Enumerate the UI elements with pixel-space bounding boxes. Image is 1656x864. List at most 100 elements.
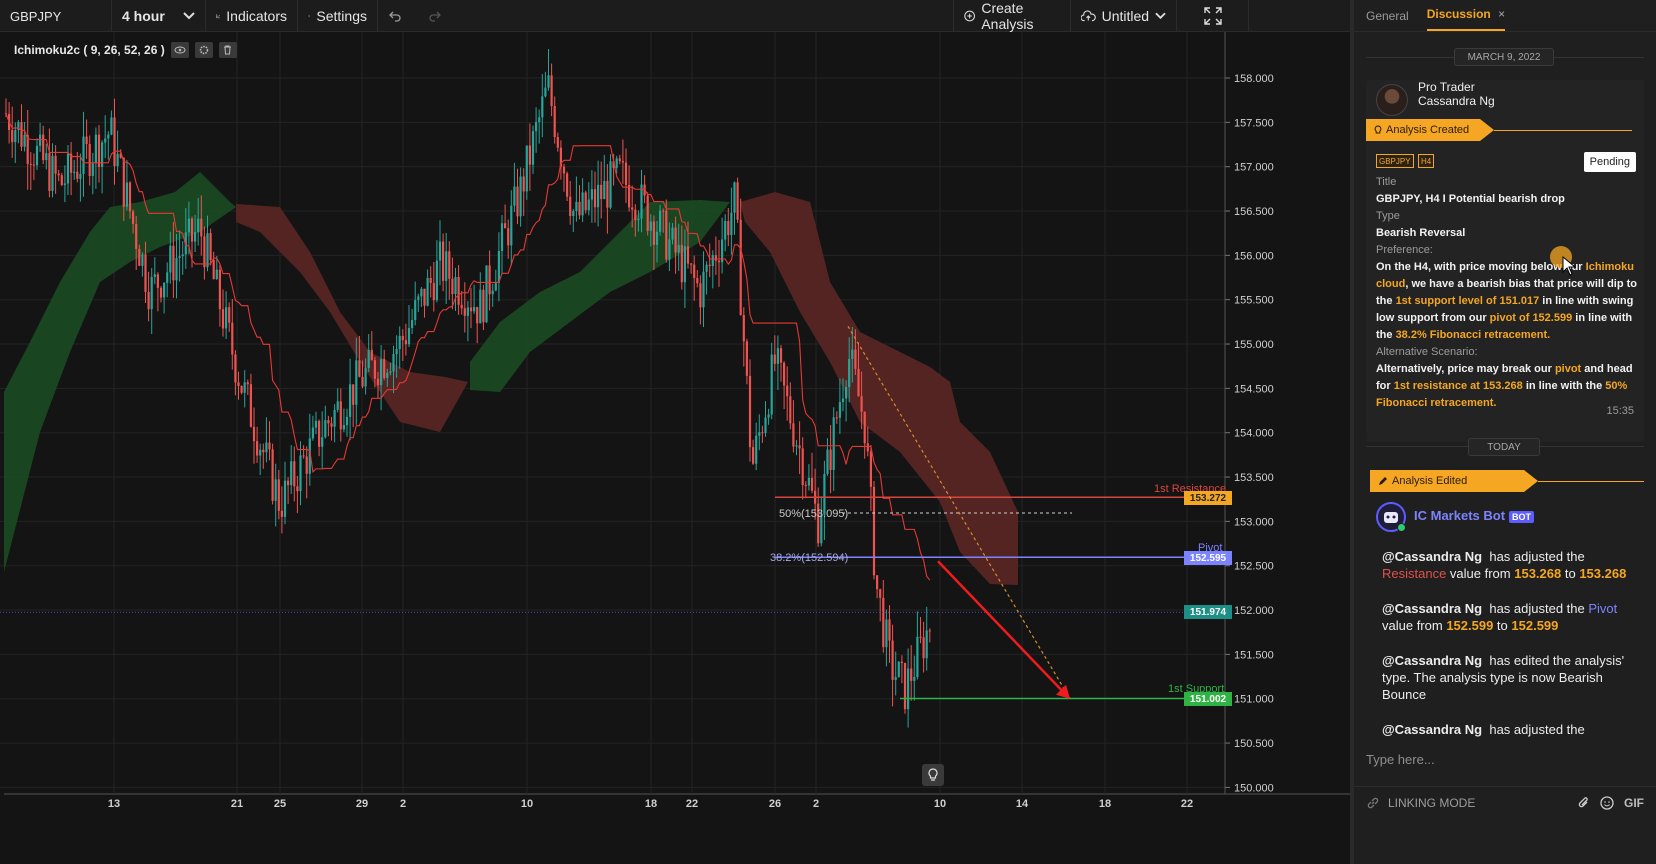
candle-body (190, 218, 194, 242)
candle-body (910, 668, 913, 681)
candle-body (572, 210, 575, 216)
indicators-label: Indicators (226, 8, 287, 24)
close-icon[interactable]: × (1498, 7, 1505, 21)
candle-body (891, 640, 894, 680)
message-time: 15:35 (1606, 405, 1634, 417)
attachment-icon[interactable] (1578, 796, 1590, 810)
candle-body (727, 221, 730, 236)
price-chart[interactable]: 158.000 157.500 157.000 156.500 156.000 155.5… (0, 32, 1350, 864)
status-badge: Pending (1583, 152, 1636, 172)
top-toolbar: GBPJPY 4 hour Indicators Settings Create… (0, 0, 1350, 32)
candle-body (51, 155, 54, 191)
fib-50-label: 50%(153.095) (779, 508, 849, 520)
analysis-edited-banner: Analysis Edited (1370, 470, 1538, 492)
candle-body (60, 175, 63, 185)
candle-body (925, 630, 928, 659)
fullscreen-button[interactable] (1177, 0, 1249, 32)
date-axis-label: 29 (356, 798, 368, 810)
candle-body (389, 371, 392, 373)
kumo-bearish (236, 204, 468, 432)
price-axis-label: 157.000 (1234, 162, 1274, 174)
gif-button[interactable]: GIF (1624, 796, 1644, 810)
message-input[interactable]: Type here... (1354, 742, 1656, 780)
linking-mode-label[interactable]: LINKING MODE (1388, 796, 1475, 810)
link-icon[interactable] (1366, 796, 1380, 810)
analysis-details: Title GBPJPY, H4 I Potential bearish dro… (1376, 174, 1638, 412)
fullscreen-icon (1203, 7, 1222, 25)
bot-name[interactable]: IC Markets Bot BOT (1414, 508, 1535, 523)
candle-body (863, 411, 866, 444)
candle-body (566, 173, 569, 197)
candle-body (290, 461, 293, 486)
candle-body (897, 661, 900, 677)
undo-button[interactable] (378, 0, 418, 32)
candle-body (758, 432, 761, 436)
candle-body (513, 186, 516, 206)
candle-body (373, 360, 376, 379)
lightbulb-icon (928, 768, 938, 781)
candle-body (618, 158, 621, 162)
banner-line (1538, 481, 1644, 482)
indicator-name: Ichimoku2c ( 9, 26, 52, 26 ) (14, 43, 165, 57)
candle-body (141, 254, 144, 266)
candle-body (584, 192, 587, 211)
candle-body (671, 227, 674, 240)
candle-body (287, 480, 290, 486)
candle-body (705, 264, 708, 272)
redo-button[interactable] (418, 0, 458, 32)
candle-body (321, 437, 324, 447)
candle-body (125, 182, 128, 207)
candle-body (314, 420, 318, 428)
candle-body (845, 387, 848, 399)
settings-icon[interactable] (194, 42, 213, 58)
candle-body (280, 510, 283, 517)
candle-body (246, 382, 249, 385)
candle-body (91, 163, 94, 177)
candle-body (879, 589, 882, 598)
interval-selector[interactable]: 4 hour (112, 0, 206, 32)
candle-body (485, 265, 488, 323)
create-analysis-label: Create Analysis (981, 0, 1034, 32)
candle-body (522, 176, 525, 192)
date-axis-label: 10 (934, 798, 946, 810)
date-axis-label: 10 (521, 798, 533, 810)
price-axis-label: 153.000 (1234, 516, 1274, 528)
tab-discussion[interactable]: Discussion × (1426, 7, 1506, 31)
candle-body (206, 233, 209, 268)
candle-body (866, 443, 869, 452)
candle-body (407, 327, 411, 345)
candle-body (730, 212, 733, 236)
candle-body (293, 461, 296, 487)
candle-body (94, 134, 97, 164)
price-axis-label: 155.000 (1234, 339, 1274, 351)
eye-icon[interactable] (170, 42, 189, 58)
tab-general[interactable]: General (1366, 9, 1409, 31)
candle-body (132, 211, 135, 224)
candle-body (262, 449, 265, 453)
date-axis-label: 18 (1099, 798, 1111, 810)
date-divider: MARCH 9, 2022 (1454, 48, 1554, 66)
symbol-selector[interactable]: GBPJPY (0, 0, 112, 32)
settings-button[interactable]: Settings (298, 0, 378, 32)
candle-body (318, 420, 321, 447)
candle-body (45, 153, 48, 161)
candle-body (259, 449, 262, 456)
candle-body (454, 276, 457, 295)
indicators-button[interactable]: Indicators (206, 0, 298, 32)
chart-area[interactable]: 158.000 157.500 157.000 156.500 156.000 155.5… (0, 32, 1350, 864)
emoji-icon[interactable] (1600, 795, 1614, 810)
candle-body (603, 180, 606, 200)
candle-body (587, 199, 590, 211)
candle-body (76, 171, 79, 179)
candle-body (783, 362, 786, 386)
candle-body (426, 277, 429, 306)
trash-icon[interactable] (218, 42, 237, 58)
candle-body (755, 435, 758, 464)
price-axis-label: 156.500 (1234, 206, 1274, 218)
create-analysis-button[interactable]: Create Analysis (953, 0, 1071, 32)
online-indicator (1397, 523, 1406, 532)
discussion-panel: General Discussion × MARCH 9, 2022 Pro T… (1354, 0, 1656, 864)
layout-selector[interactable]: Untitled (1071, 0, 1177, 32)
idea-button[interactable] (922, 764, 944, 786)
date-axis-label: 22 (686, 798, 698, 810)
